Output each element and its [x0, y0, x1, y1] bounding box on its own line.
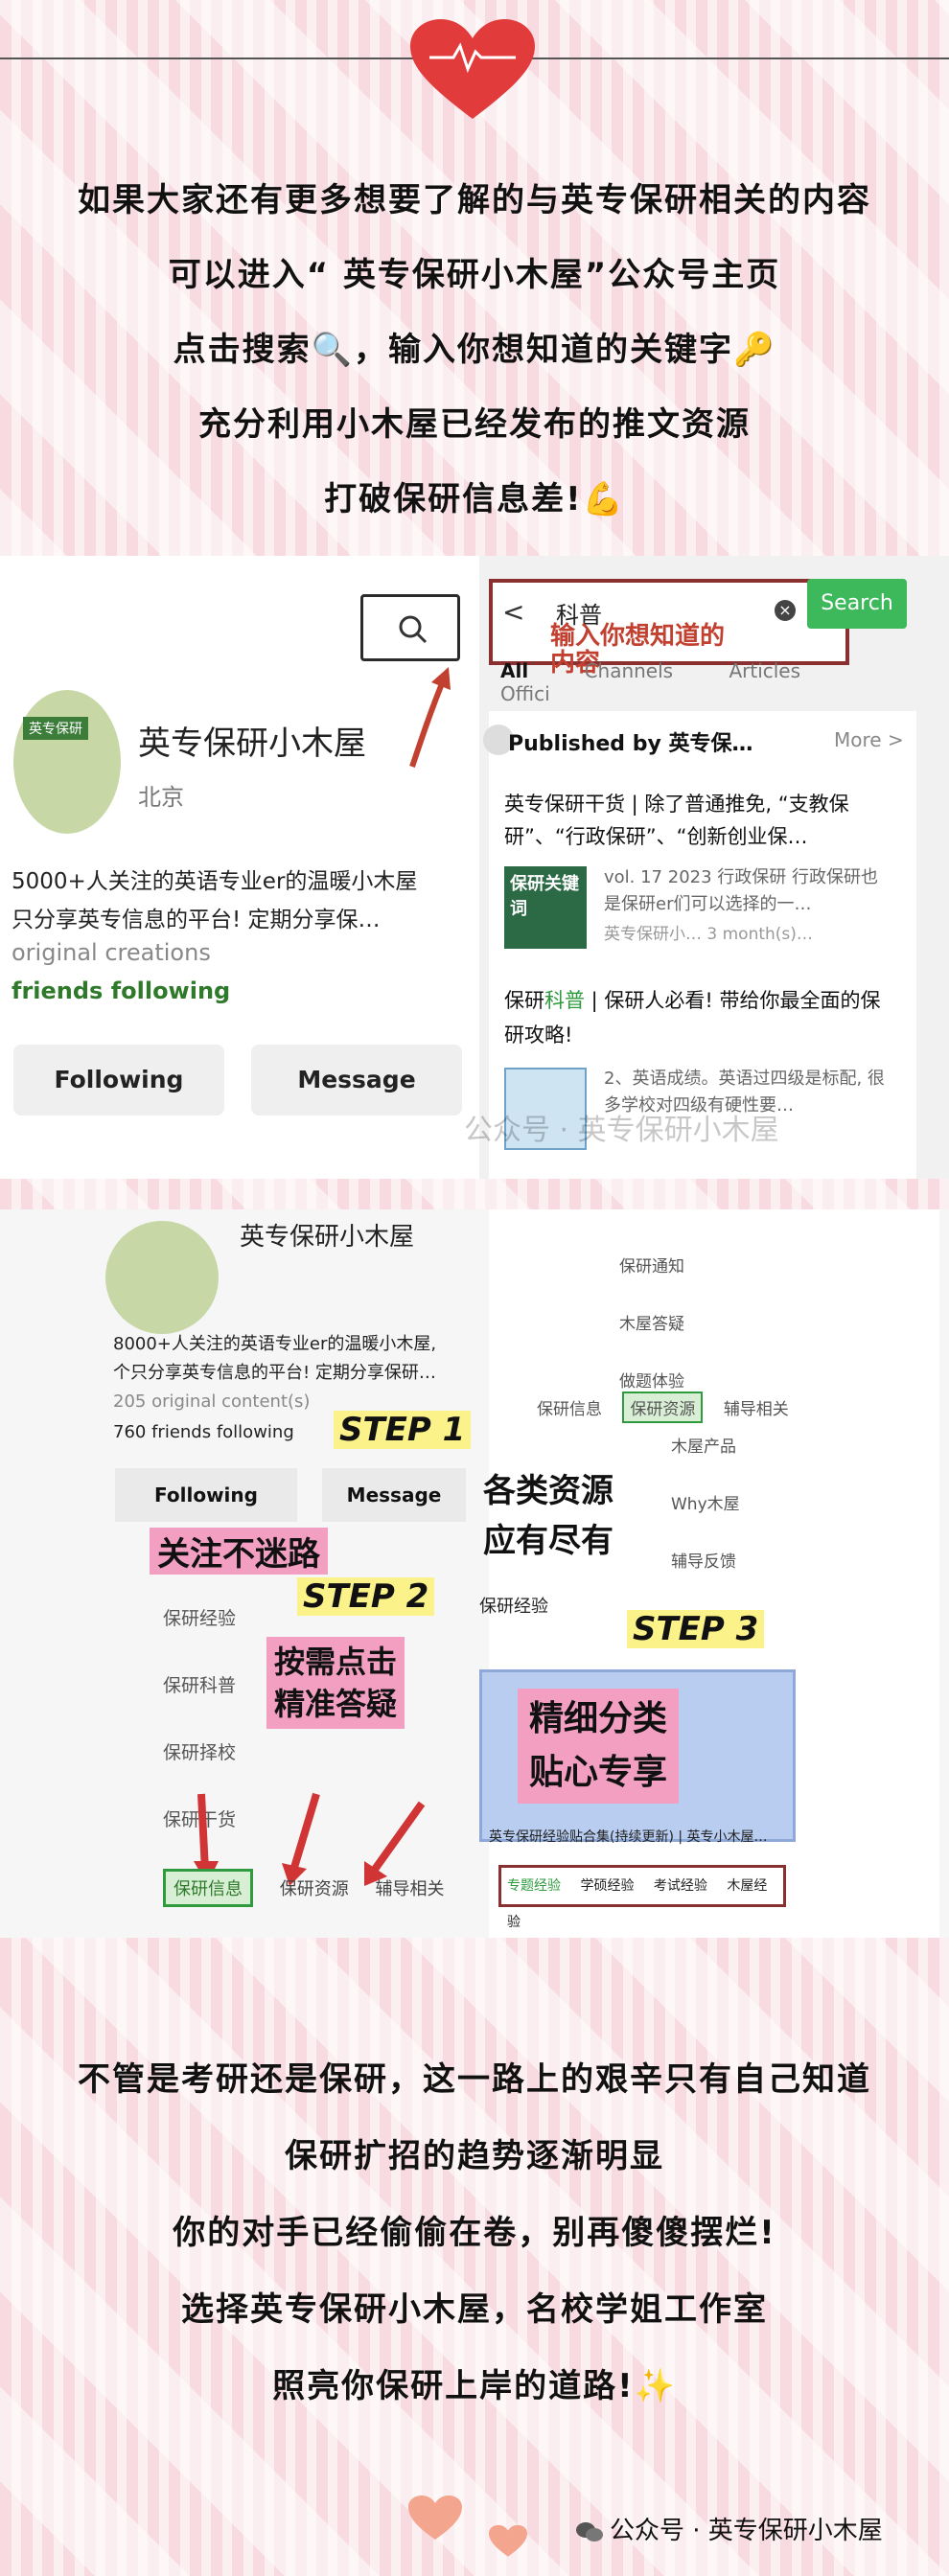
- intro-line: 充分利用小木屋已经发布的推文资源: [198, 405, 751, 444]
- search-bar[interactable]: < 科普 × 输入你想知道的 内容: [489, 579, 849, 677]
- intro-line: 点击搜索🔍，输入你想知道的关键字🔑: [173, 331, 776, 369]
- menu-item[interactable]: 辅导反馈: [671, 1533, 796, 1591]
- result-title[interactable]: 英专保研干货 | 除了普通推免, “支教保研”、“行政保研”、“创新创业保…: [504, 788, 897, 853]
- heart-icon: [408, 2496, 462, 2540]
- wechat-icon: [575, 2520, 604, 2543]
- published-by: Published by 英专保…: [508, 732, 753, 756]
- intro-line: 如果大家还有更多想要了解的与英专保研相关的内容: [78, 181, 871, 219]
- tab-articles[interactable]: Articles: [729, 659, 800, 682]
- account-name: 英专保研小木屋: [240, 1223, 415, 1252]
- category-tab[interactable]: 考试经验: [654, 1878, 707, 1894]
- tab-channels[interactable]: Channels: [585, 659, 674, 682]
- description-line: 5000+人关注的英语专业er的温暖小木屋: [12, 869, 418, 894]
- search-submit-button[interactable]: Search: [807, 579, 907, 629]
- following-button[interactable]: Following: [115, 1468, 297, 1522]
- menu-item[interactable]: 木屋答疑: [619, 1296, 753, 1353]
- callout-line: 精细分类: [529, 1699, 668, 1738]
- description-line: 只分享英专信息的平台! 定期分享保…: [12, 908, 381, 932]
- popup-menu: 木屋产品 Why木屋 辅导反馈: [671, 1418, 796, 1591]
- search-button[interactable]: [360, 594, 460, 661]
- callout-label: 关注不迷路: [150, 1528, 328, 1575]
- tab-all[interactable]: All: [500, 659, 528, 682]
- section-title: 保研经验: [479, 1597, 548, 1617]
- menu-tab[interactable]: 辅导相关: [375, 1875, 444, 1900]
- description-line: 个只分享英专信息的平台! 定期分享保研…: [113, 1363, 436, 1383]
- callout-line: 精准答疑: [274, 1686, 398, 1722]
- menu-item[interactable]: 木屋产品: [671, 1418, 796, 1476]
- hint-line: 输入你想知道的: [550, 622, 726, 651]
- message-button[interactable]: Message: [251, 1045, 462, 1116]
- result-title-highlight: 科普: [544, 989, 585, 1012]
- watermark: 公众号 · 英专保研小木屋: [464, 1114, 779, 1147]
- search-tabs: All Channels Articles Offici: [500, 659, 949, 705]
- back-icon[interactable]: <: [502, 596, 524, 628]
- menu-item[interactable]: 保研择校: [163, 1719, 374, 1786]
- callout-line: 应有尽有: [483, 1522, 613, 1560]
- callout-label: 各类资源 应有尽有: [483, 1466, 613, 1566]
- outro-line: 选择英专保研小木屋，名校学姐工作室: [181, 2290, 768, 2329]
- menu-tab[interactable]: 辅导相关: [724, 1395, 789, 1419]
- avatar-tag: 英专保研: [23, 717, 88, 740]
- intro-line: 打破保研信息差!💪: [324, 480, 625, 518]
- step-label: STEP 2: [297, 1577, 435, 1616]
- intro-line: 可以进入“ 英专保研小木屋”公众号主页: [168, 256, 781, 294]
- popup-menu: 保研通知 木屋答疑 做题体验: [619, 1238, 753, 1411]
- clear-icon[interactable]: ×: [775, 600, 796, 621]
- menu-tab[interactable]: 保研信息: [163, 1869, 253, 1907]
- account-name: 英专保研小木屋: [138, 724, 366, 763]
- footer-text: 公众号 · 英专保研小木屋: [610, 2517, 883, 2545]
- result-meta: 英专保研小… 3 month(s)…: [604, 925, 813, 944]
- avatar: [105, 1221, 219, 1334]
- message-button[interactable]: Message: [322, 1468, 466, 1522]
- outro-line: 你的对手已经偷偷在卷，别再傻傻摆烂!: [173, 2214, 776, 2252]
- search-screenshot-panel: 英专保研 英专保研小木屋 北京 5000+人关注的英语专业er的温暖小木屋 只分…: [0, 556, 949, 1179]
- account-city: 北京: [138, 784, 184, 811]
- category-tabs: 专题经验 学硕经验 考试经验 木屋经验: [498, 1865, 786, 1930]
- search-icon: [399, 615, 428, 644]
- friends-following: 760 friends following: [113, 1422, 294, 1442]
- callout-label: 精细分类 贴心专享: [518, 1689, 680, 1804]
- heart-icon: [410, 19, 535, 119]
- description-line: 8000+人关注的英语专业er的温暖小木屋,: [113, 1334, 437, 1354]
- result-title[interactable]: 保研科普 | 保研人必看! 带给你最全面的保研攻略!: [504, 983, 897, 1052]
- result-thumbnail: 保研关键词: [504, 866, 587, 949]
- menu-tab[interactable]: 保研信息: [537, 1395, 602, 1419]
- footer-account-label: 公众号 · 英专保研小木屋: [575, 2511, 883, 2546]
- category-tab[interactable]: 学硕经验: [580, 1878, 634, 1894]
- heart-icon: [489, 2524, 527, 2557]
- menu-item[interactable]: 保研通知: [619, 1238, 753, 1296]
- outro-text: 不管是考研还是保研，这一路上的艰辛只有自己知道 保研扩招的趋势逐渐明显 你的对手…: [0, 2041, 949, 2425]
- outro-line: 照亮你保研上岸的道路!✨: [272, 2367, 677, 2405]
- menu-item[interactable]: Why木屋: [671, 1476, 796, 1533]
- callout-line: 按需点击: [274, 1644, 398, 1680]
- category-tab[interactable]: 专题经验: [507, 1878, 561, 1894]
- bottom-menu-bar: 保研信息 保研资源 辅导相关: [163, 1869, 479, 1907]
- original-count: original creations: [12, 939, 211, 966]
- outro-line: 保研扩招的趋势逐渐明显: [285, 2137, 664, 2175]
- account-description: 8000+人关注的英语专业er的温暖小木屋, 个只分享英专信息的平台! 定期分享…: [113, 1330, 477, 1388]
- steps-collage-panel: 英专保研小木屋 8000+人关注的英语专业er的温暖小木屋, 个只分享英专信息的…: [0, 1209, 949, 1938]
- callout-line: 贴心专享: [529, 1753, 668, 1792]
- outro-line: 不管是考研还是保研，这一路上的艰辛只有自己知道: [78, 2060, 871, 2099]
- arrow-icon: [409, 667, 451, 768]
- original-count: 205 original content(s): [113, 1392, 311, 1412]
- article-title[interactable]: 英专保研经验贴合集(持续更新) | 英专小木屋…: [489, 1827, 796, 1846]
- step-label: STEP 1: [334, 1411, 472, 1449]
- result-title-part: 保研: [504, 989, 544, 1012]
- menu-tab[interactable]: 保研资源: [280, 1875, 349, 1900]
- account-description: 5000+人关注的英语专业er的温暖小木屋 只分享英专信息的平台! 定期分享保…: [12, 862, 462, 939]
- intro-text: 如果大家还有更多想要了解的与英专保研相关的内容 可以进入“ 英专保研小木屋”公众…: [0, 163, 949, 537]
- avatar: 英专保研: [13, 690, 121, 834]
- tab-official[interactable]: Offici: [500, 682, 550, 705]
- callout-line: 各类资源: [483, 1472, 613, 1510]
- callout-label: 按需点击 精准答疑: [266, 1637, 405, 1729]
- step-label: STEP 3: [627, 1610, 765, 1648]
- following-button[interactable]: Following: [13, 1045, 224, 1116]
- friends-following: friends following: [12, 978, 231, 1004]
- result-snippet: vol. 17 2023 行政保研 行政保研也是保研er们可以选择的一…: [604, 867, 878, 914]
- more-link[interactable]: More >: [834, 728, 904, 751]
